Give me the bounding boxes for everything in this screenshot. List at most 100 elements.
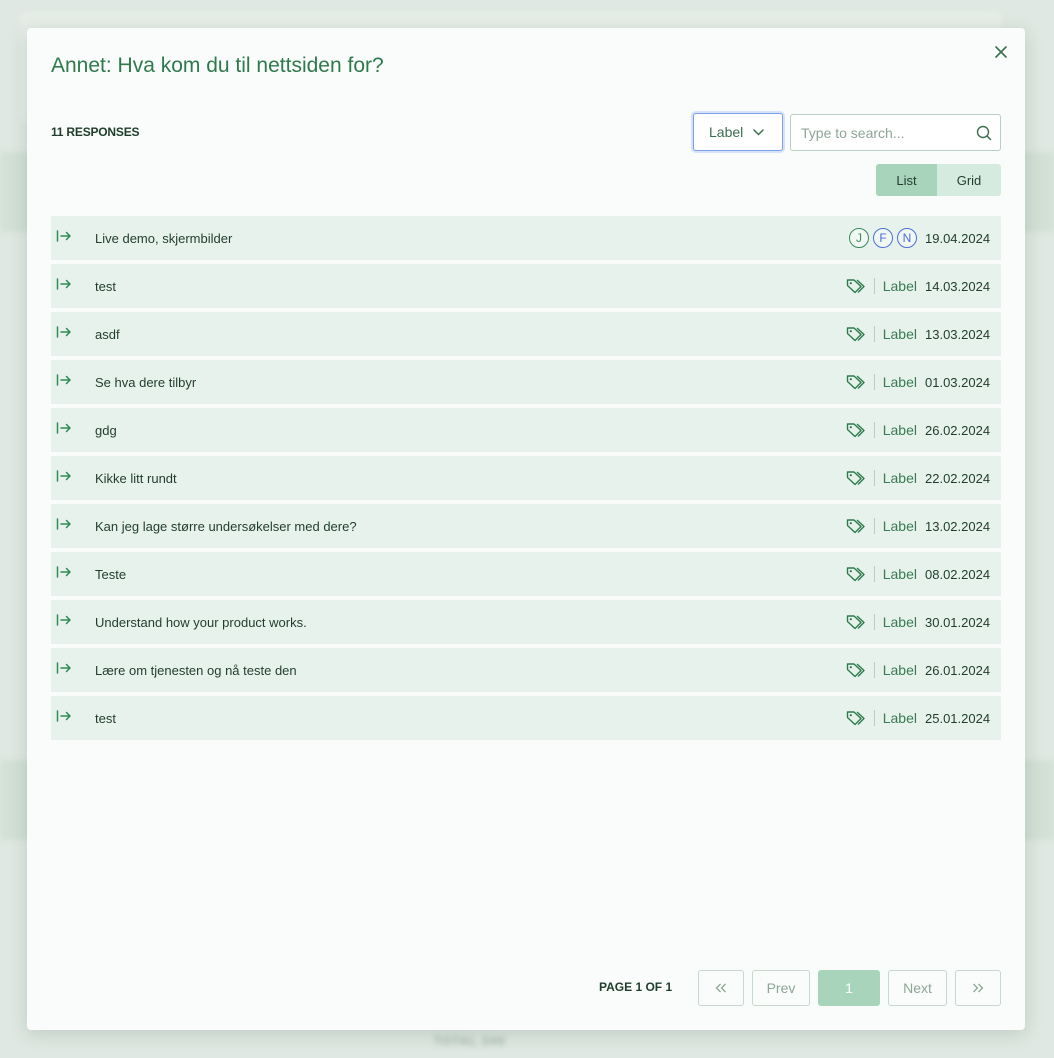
response-meta: Label 22.02.2024 <box>846 456 991 500</box>
response-row[interactable]: Teste Label 08.02.2024 <box>51 552 1001 596</box>
divider <box>873 422 875 438</box>
next-page-button[interactable]: Next <box>888 970 947 1006</box>
page-indicator: PAGE 1 OF 1 <box>599 980 673 994</box>
avatar-group: JFN <box>845 228 917 248</box>
response-meta: Label 14.03.2024 <box>846 264 991 308</box>
label-tag[interactable]: Label <box>883 278 917 294</box>
open-response-icon[interactable] <box>56 278 72 290</box>
response-meta: Label 26.01.2024 <box>846 648 991 692</box>
label-tag[interactable]: Label <box>883 470 917 486</box>
open-response-icon[interactable] <box>56 230 72 242</box>
open-response-icon[interactable] <box>56 662 72 674</box>
label-tag[interactable]: Label <box>883 374 917 390</box>
divider <box>873 470 875 486</box>
first-page-button[interactable] <box>698 970 744 1006</box>
response-text: Se hva dere tilbyr <box>95 374 197 390</box>
response-meta: Label 13.02.2024 <box>846 504 991 548</box>
response-text: Kikke litt rundt <box>95 470 177 486</box>
tag-icon[interactable] <box>846 614 866 630</box>
response-row[interactable]: test Label 14.03.2024 <box>51 264 1001 308</box>
response-meta: Label 08.02.2024 <box>846 552 991 596</box>
tag-icon[interactable] <box>846 326 866 342</box>
label-tag[interactable]: Label <box>883 518 917 534</box>
tag-icon[interactable] <box>846 470 866 486</box>
label-tag[interactable]: Label <box>883 566 917 582</box>
divider <box>873 326 875 342</box>
open-response-icon[interactable] <box>56 566 72 578</box>
open-response-icon[interactable] <box>56 374 72 386</box>
open-response-icon[interactable] <box>56 518 72 530</box>
response-meta: Label 30.01.2024 <box>846 600 991 644</box>
response-date: 26.01.2024 <box>925 662 991 678</box>
response-text: Teste <box>95 566 127 582</box>
label-tag[interactable]: Label <box>883 326 917 342</box>
view-toggle: List Grid <box>876 164 1001 196</box>
response-row[interactable]: Se hva dere tilbyr Label 01.03.2024 <box>51 360 1001 404</box>
divider <box>873 278 875 294</box>
response-date: 08.02.2024 <box>925 566 991 582</box>
responses-modal: Annet: Hva kom du til nettsiden for? 11 … <box>27 28 1025 1030</box>
response-date: 26.02.2024 <box>925 422 991 438</box>
tag-icon[interactable] <box>846 566 866 582</box>
search-icon[interactable] <box>976 125 992 141</box>
response-meta: Label 25.01.2024 <box>846 696 991 740</box>
prev-page-button[interactable]: Prev <box>752 970 810 1006</box>
tag-icon[interactable] <box>846 374 866 390</box>
divider <box>873 710 875 726</box>
modal-title: Annet: Hva kom du til nettsiden for? <box>51 54 384 77</box>
label-tag[interactable]: Label <box>883 710 917 726</box>
response-meta: Label 13.03.2024 <box>846 312 991 356</box>
response-row[interactable]: Lære om tjenesten og nå teste den Label … <box>51 648 1001 692</box>
tag-icon[interactable] <box>846 662 866 678</box>
label-tag[interactable]: Label <box>883 614 917 630</box>
view-list-button[interactable]: List <box>876 164 937 196</box>
open-response-icon[interactable] <box>56 614 72 626</box>
response-text: test <box>95 710 116 726</box>
double-chevron-right-icon <box>973 983 984 993</box>
tag-icon[interactable] <box>846 518 866 534</box>
response-text: Live demo, skjermbilder <box>95 230 233 246</box>
response-count: 11 RESPONSES <box>51 125 140 139</box>
response-row[interactable]: asdf Label 13.03.2024 <box>51 312 1001 356</box>
close-button[interactable] <box>991 42 1011 62</box>
response-row[interactable]: Live demo, skjermbilder JFN 19.04.2024 <box>51 216 1001 260</box>
response-meta: Label 26.02.2024 <box>846 408 991 452</box>
response-date: 30.01.2024 <box>925 614 991 630</box>
label-tag[interactable]: Label <box>883 422 917 438</box>
open-response-icon[interactable] <box>56 326 72 338</box>
avatar[interactable]: F <box>873 228 893 248</box>
tag-icon[interactable] <box>846 710 866 726</box>
response-date: 19.04.2024 <box>925 230 991 246</box>
open-response-icon[interactable] <box>56 470 72 482</box>
view-grid-button[interactable]: Grid <box>937 164 1001 196</box>
last-page-button[interactable] <box>955 970 1001 1006</box>
avatar[interactable]: J <box>849 228 869 248</box>
response-row[interactable]: Kikke litt rundt Label 22.02.2024 <box>51 456 1001 500</box>
label-tag[interactable]: Label <box>883 662 917 678</box>
response-list: Live demo, skjermbilder JFN 19.04.2024 t… <box>51 216 1001 744</box>
response-date: 13.02.2024 <box>925 518 991 534</box>
response-meta: Label 01.03.2024 <box>846 360 991 404</box>
label-filter-value: Label <box>709 124 744 140</box>
response-row[interactable]: Understand how your product works. Label… <box>51 600 1001 644</box>
tag-icon[interactable] <box>846 278 866 294</box>
response-row[interactable]: test Label 25.01.2024 <box>51 696 1001 740</box>
avatar[interactable]: N <box>897 228 917 248</box>
tag-icon[interactable] <box>846 422 866 438</box>
close-icon <box>995 46 1007 58</box>
response-row[interactable]: Kan jeg lage større undersøkelser med de… <box>51 504 1001 548</box>
divider <box>873 614 875 630</box>
response-date: 25.01.2024 <box>925 710 991 726</box>
open-response-icon[interactable] <box>56 422 72 434</box>
divider <box>873 518 875 534</box>
label-filter-dropdown[interactable]: Label <box>693 113 783 151</box>
open-response-icon[interactable] <box>56 710 72 722</box>
response-text: Kan jeg lage større undersøkelser med de… <box>95 518 357 534</box>
response-date: 14.03.2024 <box>925 278 991 294</box>
response-text: test <box>95 278 116 294</box>
current-page-button[interactable]: 1 <box>818 970 880 1006</box>
response-row[interactable]: gdg Label 26.02.2024 <box>51 408 1001 452</box>
response-date: 01.03.2024 <box>925 374 991 390</box>
search-input[interactable] <box>791 115 971 150</box>
search-box <box>790 114 1001 151</box>
